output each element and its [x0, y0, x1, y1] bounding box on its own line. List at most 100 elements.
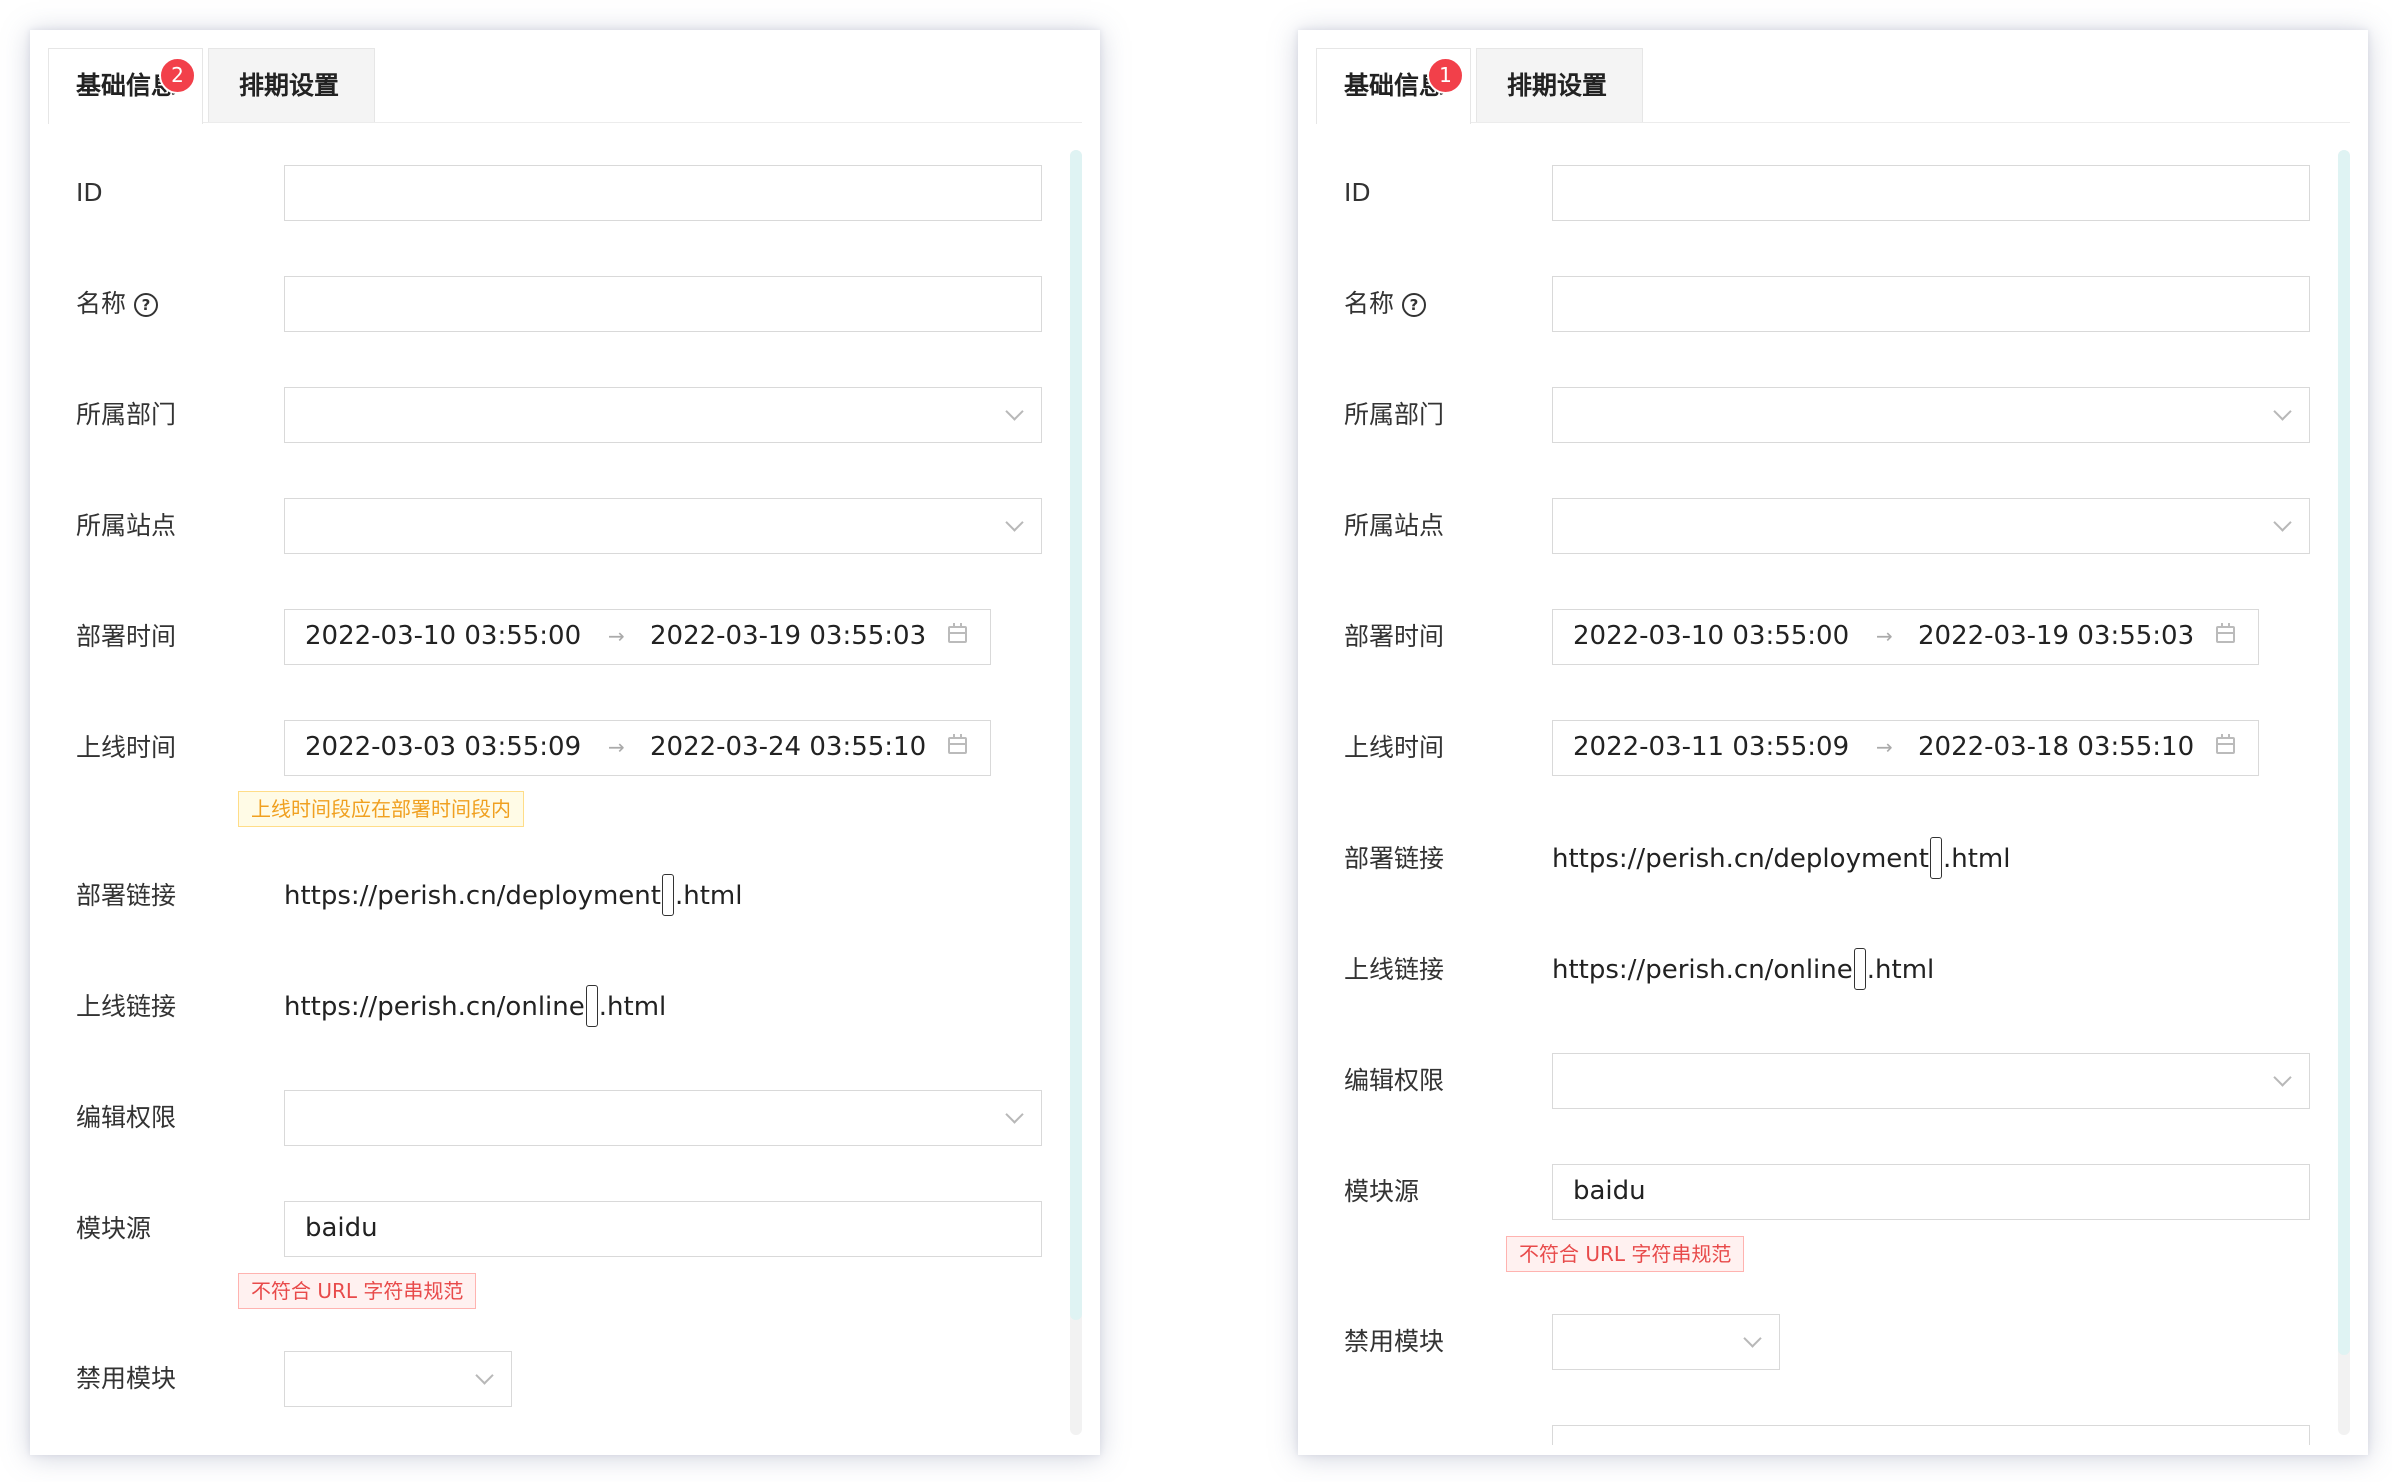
deploy-link: https://perish.cn/deployment .html [284, 868, 742, 924]
online-link-slug-input[interactable] [1853, 947, 1866, 990]
tab-schedule[interactable]: 排期设置 [1476, 48, 1643, 122]
form-row-deploy-link: 部署链接 https://perish.cn/deployment .html [76, 868, 1042, 924]
error-count-badge: 1 [1427, 57, 1464, 94]
site-select[interactable] [1552, 498, 2310, 554]
deploy-link-suffix: .html [674, 881, 743, 911]
deploy-link-prefix: https://perish.cn/deployment [284, 881, 661, 911]
online-time-end[interactable]: 2022-03-24 03:55:10 [650, 721, 926, 774]
deploy-time-end[interactable]: 2022-03-19 03:55:03 [650, 610, 926, 663]
scrollbar-thumb[interactable] [1070, 150, 1082, 1320]
online-time-label: 上线时间 [76, 733, 177, 762]
deploy-link-prefix: https://perish.cn/deployment [1552, 844, 1929, 874]
site-label: 所属站点 [76, 511, 177, 540]
form-row-permission: 编辑权限 [1344, 1053, 2310, 1109]
form-row-deploy-link: 部署链接 https://perish.cn/deployment .html [1344, 831, 2310, 887]
deploy-link-slug-input[interactable] [661, 873, 674, 916]
deploy-time-range-picker[interactable]: 2022-03-10 03:55:00 → 2022-03-19 03:55:0… [284, 609, 991, 665]
disable-module-label: 禁用模块 [76, 1364, 177, 1393]
tab-basic-info[interactable]: 基础信息 1 [1316, 48, 1471, 124]
range-arrow-icon: → [608, 624, 625, 648]
chevron-down-icon [1005, 402, 1024, 421]
range-arrow-icon: → [1876, 624, 1893, 648]
tab-basic-info[interactable]: 基础信息 2 [48, 48, 203, 124]
tab-bar: 基础信息 1 排期设置 [1316, 48, 2350, 124]
online-link: https://perish.cn/online .html [284, 979, 666, 1035]
name-label-text: 名称 [1344, 289, 1395, 318]
department-select[interactable] [284, 387, 1042, 443]
module-source-input[interactable]: baidu [1552, 1164, 2310, 1220]
id-input[interactable] [1552, 165, 2310, 221]
permission-select[interactable] [1552, 1053, 2310, 1109]
disable-module-select[interactable] [284, 1351, 512, 1407]
tab-schedule[interactable]: 排期设置 [208, 48, 375, 122]
permission-label: 编辑权限 [76, 1103, 177, 1132]
module-source-input[interactable]: baidu [284, 1201, 1042, 1257]
tab-bar: 基础信息 2 排期设置 [48, 48, 1082, 124]
form-panel-left: 基础信息 2 排期设置 ID 名称? 所属部门 所属站点 部署时间 2022-0… [30, 30, 1100, 1455]
deploy-time-label: 部署时间 [76, 622, 177, 651]
department-label: 所属部门 [76, 400, 177, 429]
chevron-down-icon [1005, 513, 1024, 532]
online-link-slug-input[interactable] [585, 984, 598, 1027]
help-icon[interactable]: ? [134, 293, 159, 317]
chevron-down-icon [2273, 513, 2292, 532]
deploy-link-suffix: .html [1942, 844, 2011, 874]
online-link-label: 上线链接 [1344, 955, 1445, 984]
deploy-time-range-picker[interactable]: 2022-03-10 03:55:00 → 2022-03-19 03:55:0… [1552, 609, 2259, 665]
module-source-error-tag: 不符合 URL 字符串规范 [238, 1273, 477, 1309]
module-source-label: 模块源 [76, 1214, 152, 1243]
deploy-link-slug-input[interactable] [1929, 836, 1942, 879]
disable-module-label: 禁用模块 [1344, 1327, 1445, 1356]
scrollbar[interactable] [2338, 150, 2350, 1435]
online-time-start[interactable]: 2022-03-11 03:55:09 [1573, 721, 1849, 774]
deploy-time-label: 部署时间 [1344, 622, 1445, 651]
form-row-deploy-time: 部署时间 2022-03-10 03:55:00 → 2022-03-19 03… [1344, 609, 2310, 665]
form-row-online-link: 上线链接 https://perish.cn/online .html [76, 979, 1042, 1035]
next-field-partial[interactable] [1552, 1425, 2310, 1445]
range-arrow-icon: → [1876, 735, 1893, 759]
online-link: https://perish.cn/online .html [1552, 942, 1934, 998]
deploy-time-start[interactable]: 2022-03-10 03:55:00 [305, 610, 581, 663]
id-label: ID [76, 178, 103, 207]
form-row-online-time: 上线时间 2022-03-03 03:55:09 → 2022-03-24 03… [76, 720, 1042, 776]
online-time-start[interactable]: 2022-03-03 03:55:09 [305, 721, 581, 774]
form-row-online-time: 上线时间 2022-03-11 03:55:09 → 2022-03-18 03… [1344, 720, 2310, 776]
scrollbar-thumb[interactable] [2338, 150, 2350, 1355]
name-input[interactable] [1552, 276, 2310, 332]
module-source-error-tag: 不符合 URL 字符串规范 [1506, 1236, 1745, 1272]
online-link-prefix: https://perish.cn/online [284, 992, 585, 1022]
permission-select[interactable] [284, 1090, 1042, 1146]
scrollbar[interactable] [1070, 150, 1082, 1435]
form-row-site: 所属站点 [1344, 498, 2310, 554]
chevron-down-icon [1743, 1329, 1762, 1348]
form-row-module-source: 模块源 baidu [76, 1201, 1042, 1257]
chevron-down-icon [2273, 402, 2292, 421]
online-link-label: 上线链接 [76, 992, 177, 1021]
help-icon[interactable]: ? [1402, 293, 1427, 317]
form-row-id: ID [76, 165, 1042, 221]
form-row-disable-module: 禁用模块 [1344, 1314, 2310, 1370]
site-select[interactable] [284, 498, 1042, 554]
form-row-deploy-time: 部署时间 2022-03-10 03:55:00 → 2022-03-19 03… [76, 609, 1042, 665]
online-time-range-picker[interactable]: 2022-03-03 03:55:09 → 2022-03-24 03:55:1… [284, 720, 991, 776]
module-source-label: 模块源 [1344, 1177, 1420, 1206]
calendar-icon [2216, 623, 2235, 643]
form-row-name: 名称? [1344, 276, 2310, 332]
deploy-time-end[interactable]: 2022-03-19 03:55:03 [1918, 610, 2194, 663]
online-time-end[interactable]: 2022-03-18 03:55:10 [1918, 721, 2194, 774]
online-time-range-picker[interactable]: 2022-03-11 03:55:09 → 2022-03-18 03:55:1… [1552, 720, 2259, 776]
disable-module-select[interactable] [1552, 1314, 1780, 1370]
department-select[interactable] [1552, 387, 2310, 443]
form-row-site: 所属站点 [76, 498, 1042, 554]
chevron-down-icon [475, 1366, 494, 1385]
name-label-text: 名称 [76, 289, 127, 318]
name-label: 名称? [76, 276, 159, 332]
online-time-label: 上线时间 [1344, 733, 1445, 762]
name-input[interactable] [284, 276, 1042, 332]
form-row-id: ID [1344, 165, 2310, 221]
name-label: 名称? [1344, 276, 1427, 332]
deploy-time-start[interactable]: 2022-03-10 03:55:00 [1573, 610, 1849, 663]
form-row-name: 名称? [76, 276, 1042, 332]
id-input[interactable] [284, 165, 1042, 221]
form-panel-right: 基础信息 1 排期设置 ID 名称? 所属部门 所属站点 部署时间 2022-0… [1298, 30, 2368, 1455]
